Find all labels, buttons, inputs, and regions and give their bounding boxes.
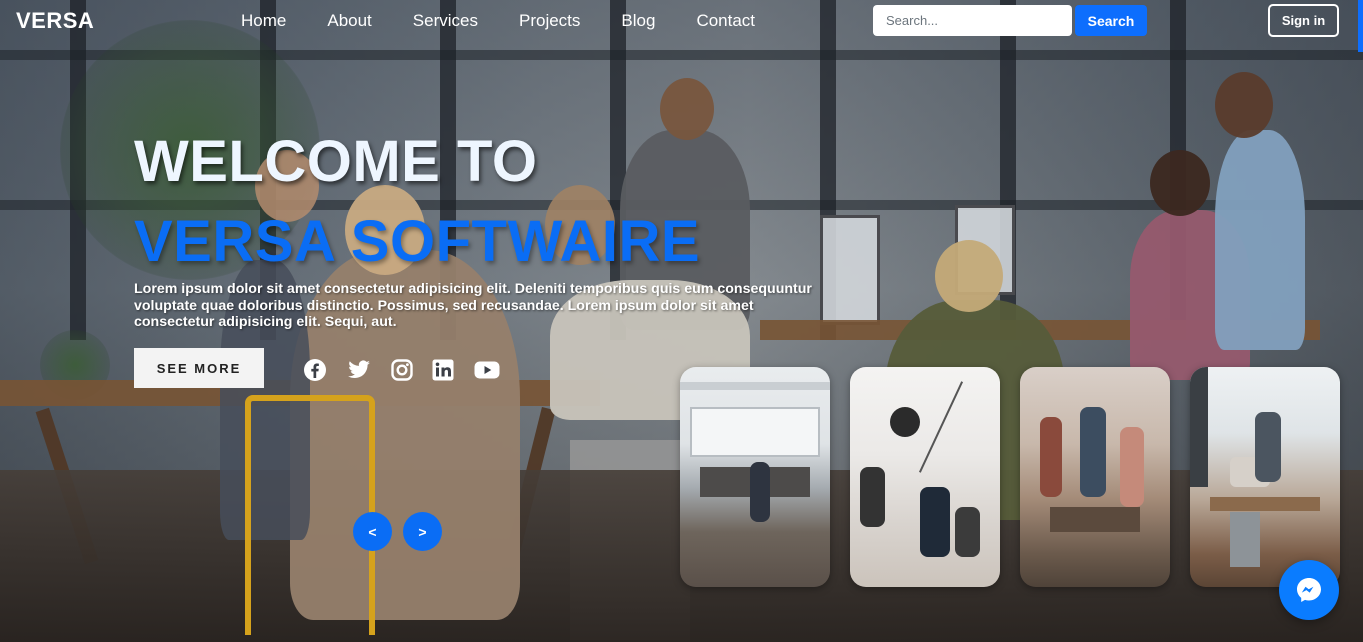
search-input[interactable] — [873, 5, 1072, 36]
search-button[interactable]: Search — [1075, 5, 1147, 36]
thumbnail-team-high-five[interactable] — [1020, 367, 1170, 587]
nav-link-projects[interactable]: Projects — [519, 11, 580, 31]
nav-link-blog[interactable]: Blog — [621, 11, 655, 31]
carousel-next-button[interactable]: > — [403, 512, 442, 551]
nav-links: Home About Services Projects Blog Contac… — [241, 11, 796, 31]
signin-button[interactable]: Sign in — [1268, 4, 1339, 37]
nav-link-contact[interactable]: Contact — [696, 11, 755, 31]
facebook-icon[interactable] — [303, 358, 327, 382]
office-photo — [680, 367, 830, 587]
thumbnail-team-overhead[interactable] — [850, 367, 1000, 587]
hero-title-line1: WELCOME TO — [134, 129, 538, 194]
person-head — [1215, 72, 1273, 138]
person — [1215, 130, 1305, 350]
nav-link-home[interactable]: Home — [241, 11, 286, 31]
person-head — [1150, 150, 1210, 216]
hero-title-line2: VERSA SOFTWAIRE — [134, 209, 701, 274]
twitter-icon[interactable] — [347, 358, 371, 382]
carousel-prev-button[interactable]: < — [353, 512, 392, 551]
messenger-chat-button[interactable] — [1279, 560, 1339, 620]
team-overhead-photo — [850, 367, 1000, 587]
navbar: VERSA Home About Services Projects Blog … — [0, 0, 1363, 52]
thumbnail-office[interactable] — [680, 367, 830, 587]
linkedin-icon[interactable] — [431, 358, 455, 382]
person-head — [660, 78, 714, 140]
thumbnail-coworking[interactable] — [1190, 367, 1340, 587]
youtube-icon[interactable] — [474, 358, 500, 382]
team-high-five-photo — [1020, 367, 1170, 587]
nav-link-services[interactable]: Services — [413, 11, 478, 31]
scrollbar-thumb[interactable] — [1358, 0, 1363, 52]
monitor — [820, 215, 880, 325]
coworking-photo — [1190, 367, 1340, 587]
yellow-chair — [245, 395, 375, 635]
person-head — [935, 240, 1003, 312]
brand-logo[interactable]: VERSA — [16, 8, 94, 34]
hero-description: Lorem ipsum dolor sit amet consectetur a… — [134, 281, 812, 330]
instagram-icon[interactable] — [390, 358, 414, 382]
messenger-icon — [1297, 578, 1321, 602]
nav-link-about[interactable]: About — [327, 11, 371, 31]
see-more-button[interactable]: SEE MORE — [134, 348, 264, 388]
